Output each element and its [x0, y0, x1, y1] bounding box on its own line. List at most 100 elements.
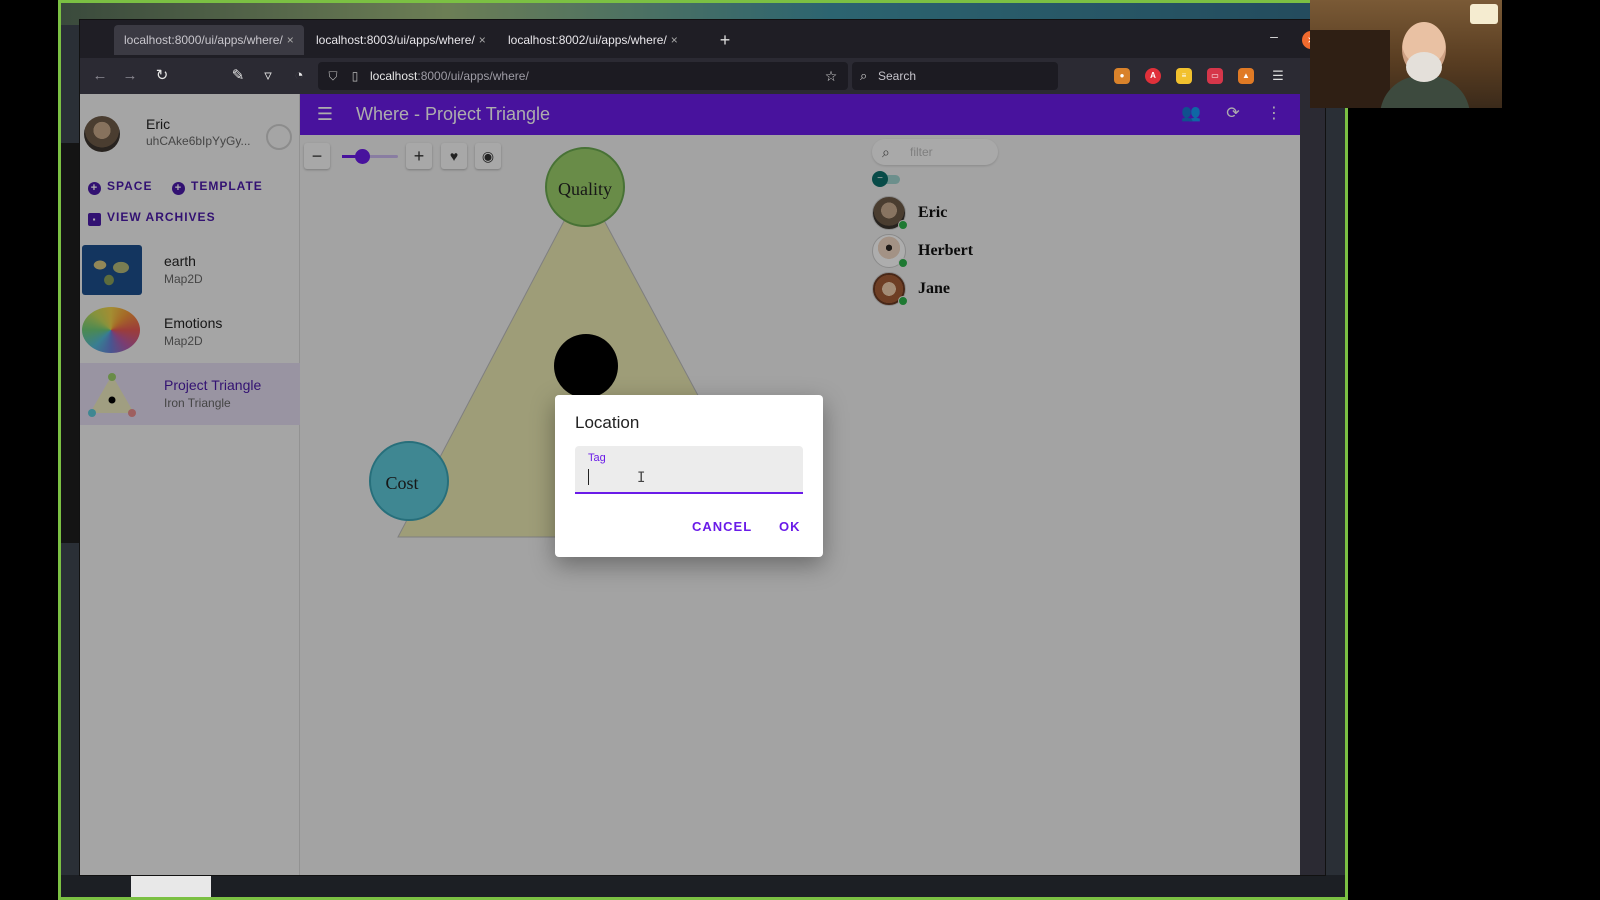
space-name: Project Triangle — [164, 377, 262, 393]
plus-circle-icon: + — [88, 182, 101, 195]
minimize-button[interactable]: – — [1265, 28, 1283, 48]
agent-item-herbert[interactable]: Herbert — [872, 234, 1012, 270]
online-status-dot — [898, 220, 908, 230]
space-thumbnail-earth — [82, 245, 142, 295]
menu-icon[interactable]: ☰ — [1270, 68, 1286, 84]
browser-tab-8000[interactable]: localhost:8000/ui/apps/where/ × — [114, 25, 304, 55]
more-vert-icon[interactable]: ⋮ — [1263, 103, 1285, 125]
cancel-button[interactable]: CANCEL — [692, 519, 752, 534]
nav-bar: ← → ↻ ✎ ▿ ◔ ⛉ ▯ localhost:8000/ui/apps/w… — [80, 58, 1325, 94]
agent-profile[interactable]: Eric uhCAke6bIpYyGy... — [80, 94, 300, 172]
space-name: earth — [164, 253, 196, 269]
hamburger-menu-icon[interactable]: ☰ — [314, 103, 336, 125]
people-icon[interactable]: 👥 — [1180, 103, 1202, 125]
taskbar-item[interactable] — [131, 875, 211, 897]
space-type: Map2D — [164, 272, 203, 286]
agent-filter[interactable]: ⌕ — [872, 139, 998, 165]
browser-tab-8003[interactable]: localhost:8003/ui/apps/where/ × — [306, 25, 496, 55]
forward-arrow-icon[interactable]: → — [118, 64, 142, 88]
app-bar: ☰ Where - Project Triangle 👥 ⟳ ⋮ — [300, 94, 1300, 135]
fox-extension-icon[interactable]: ▲ — [1238, 68, 1254, 84]
screen: localhost:8000/ui/apps/where/ × localhost… — [0, 0, 1600, 900]
tag-field[interactable]: Tag I — [575, 446, 803, 494]
ok-button[interactable]: OK — [779, 519, 801, 534]
add-template-label: TEMPLATE — [191, 179, 263, 193]
sync-icon[interactable]: ⟳ — [1222, 103, 1244, 125]
webcam-person-beard — [1406, 52, 1442, 82]
space-thumbnail-triangle — [82, 369, 142, 419]
tab-label: localhost:8002/ui/apps/where/ — [508, 33, 667, 47]
tab-close-icon[interactable]: × — [671, 33, 678, 47]
taskbar — [61, 875, 1345, 897]
agents-toggle[interactable]: − — [872, 171, 902, 187]
dialog-title: Location — [575, 413, 640, 432]
add-space-label: SPACE — [107, 179, 153, 193]
space-item-project-triangle[interactable]: Project Triangle Iron Triangle — [80, 363, 300, 425]
browser-search-input[interactable] — [878, 62, 1048, 90]
location-dialog: Location Tag I CANCEL OK — [555, 395, 823, 557]
profile-agent-key: uhCAke6bIpYyGy... — [146, 134, 251, 148]
add-space-button[interactable]: + SPACE — [88, 179, 152, 195]
tab-label: localhost:8000/ui/apps/where/ — [124, 33, 283, 47]
status-ring-icon[interactable] — [266, 124, 292, 150]
text-caret — [588, 469, 589, 485]
shield-icon[interactable]: ⛉ — [324, 67, 342, 85]
space-name: Emotions — [164, 315, 223, 331]
webcam-overlay — [1310, 0, 1502, 108]
agent-item-eric[interactable]: Eric — [872, 196, 1012, 232]
browser-tab-8002[interactable]: localhost:8002/ui/apps/where/ × — [498, 25, 688, 55]
back-arrow-icon[interactable]: ← — [88, 64, 112, 88]
agent-name: Eric — [918, 204, 948, 221]
space-item-earth[interactable]: earth Map2D — [80, 239, 300, 301]
bookmark-star-icon[interactable]: ☆ — [822, 67, 840, 85]
new-tab-button[interactable]: + — [712, 25, 738, 55]
agent-item-jane[interactable]: Jane — [872, 272, 1012, 308]
online-status-dot — [898, 296, 908, 306]
location-marker[interactable] — [554, 334, 618, 398]
extension-icon[interactable]: ◔ — [287, 64, 311, 88]
agent-name: Jane — [918, 280, 950, 297]
agent-name: Herbert — [918, 242, 974, 259]
view-archives-button[interactable]: ▪ VIEW ARCHIVES — [88, 210, 216, 226]
tab-close-icon[interactable]: × — [287, 33, 294, 47]
tab-close-icon[interactable]: × — [479, 33, 486, 47]
view-archives-label: VIEW ARCHIVES — [107, 210, 216, 224]
profile-name: Eric — [146, 116, 171, 132]
adblock-icon[interactable]: A — [1145, 68, 1161, 84]
toggle-minus-icon: − — [872, 171, 888, 187]
page-title: Where - Project Triangle — [356, 104, 551, 124]
reload-icon[interactable]: ↻ — [150, 64, 174, 88]
browser-search-bar[interactable]: ⌕ — [852, 62, 1058, 90]
quality-label: Quality — [558, 179, 612, 199]
filter-input[interactable] — [910, 139, 990, 165]
pocket-icon[interactable]: ▿ — [256, 64, 280, 88]
cost-label: Cost — [385, 473, 418, 493]
avatar — [84, 116, 120, 152]
online-status-dot — [898, 258, 908, 268]
text-cursor-icon: I — [637, 470, 646, 486]
url-text[interactable]: localhost:8000/ui/apps/where/ — [370, 62, 529, 90]
space-type: Map2D — [164, 334, 203, 348]
tab-label: localhost:8003/ui/apps/where/ — [316, 33, 475, 47]
url-bar[interactable]: ⛉ ▯ localhost:8000/ui/apps/where/ ☆ — [318, 62, 848, 90]
space-thumbnail-emotions — [82, 307, 140, 353]
sidebar: Eric uhCAke6bIpYyGy... + SPACE + TEMPLATE … — [80, 94, 300, 875]
page-icon: ▯ — [351, 69, 359, 83]
url-path: :8000/ui/apps/where/ — [417, 69, 529, 83]
extension-monkey-icon[interactable]: ● — [1114, 68, 1130, 84]
space-item-emotions[interactable]: Emotions Map2D — [80, 301, 300, 363]
webcam-lamp — [1470, 4, 1498, 24]
webcam-background — [1310, 30, 1390, 108]
search-icon: ⌕ — [860, 68, 868, 83]
tag-field-label: Tag — [588, 452, 606, 464]
pocket-extension-icon[interactable]: ▭ — [1207, 68, 1223, 84]
space-type: Iron Triangle — [164, 396, 231, 410]
notes-extension-icon[interactable]: ≡ — [1176, 68, 1192, 84]
add-template-button[interactable]: + TEMPLATE — [172, 179, 263, 195]
plus-circle-icon: + — [172, 182, 185, 195]
url-host: localhost — [370, 69, 418, 83]
wrench-icon[interactable]: ✎ — [226, 64, 250, 88]
tab-bar: localhost:8000/ui/apps/where/ × localhost… — [80, 20, 1325, 58]
search-icon: ⌕ — [882, 144, 890, 160]
tag-input[interactable] — [587, 466, 797, 488]
